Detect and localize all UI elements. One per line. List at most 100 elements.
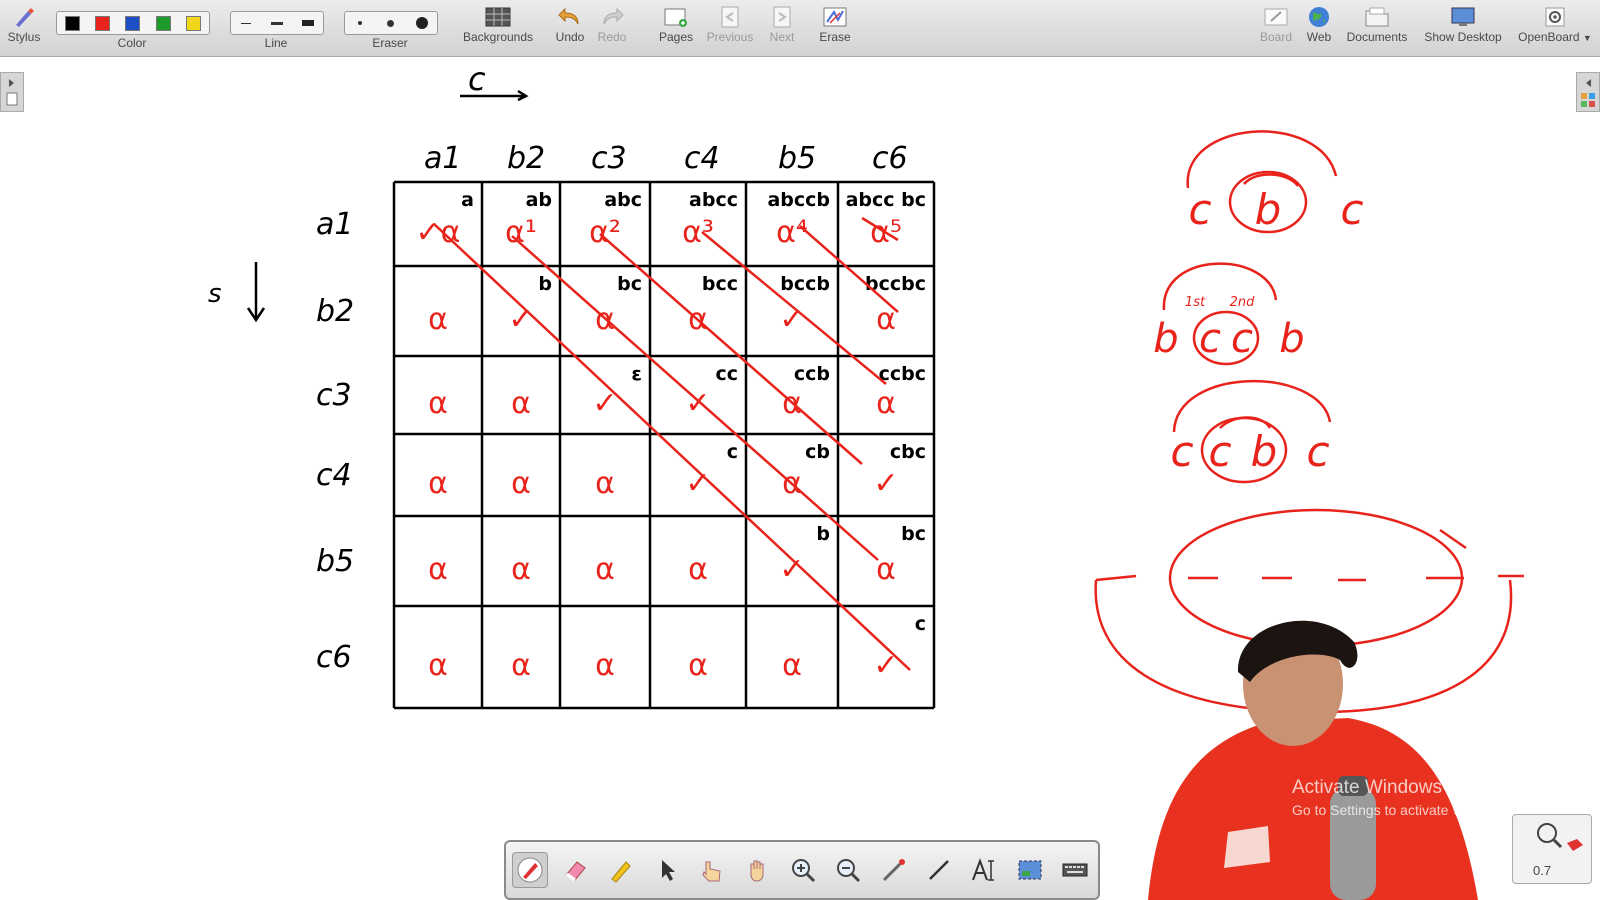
interact-tool-button[interactable]: [695, 853, 729, 887]
backgrounds-button[interactable]: Backgrounds: [460, 4, 536, 44]
sketch-letter: c: [1199, 316, 1221, 362]
line-thick-option[interactable]: [297, 14, 319, 32]
cell-mark: ✓: [508, 302, 533, 337]
color-swatch-red[interactable]: [95, 15, 111, 31]
cell-mark: α: [428, 302, 448, 337]
undo-label: Undo: [555, 30, 585, 44]
color-swatch-blue[interactable]: [125, 15, 141, 31]
activate-windows-watermark: Activate Windows Go to Settings to activ…: [1292, 777, 1513, 818]
top-char-label: c: [468, 60, 486, 98]
cell-mark: α: [595, 648, 615, 683]
diagonal-4: [701, 231, 887, 385]
erase-label: Erase: [819, 30, 851, 44]
cell-mark: ✓: [873, 466, 898, 501]
board-button[interactable]: Board: [1256, 4, 1296, 44]
row-header: c6: [316, 640, 352, 675]
stylus-tool[interactable]: Stylus: [4, 4, 44, 44]
cell-substring: b: [538, 273, 552, 295]
pages-button[interactable]: Pages: [656, 4, 696, 44]
color-swatch-black[interactable]: [64, 15, 80, 31]
sketch-letter: b: [1279, 316, 1304, 362]
sketch1-outer-arc: [1186, 130, 1338, 189]
sketch-letter: c: [1208, 427, 1231, 476]
cell-mark: α: [428, 466, 448, 501]
row-header: c3: [316, 378, 352, 413]
zoom-out-button[interactable]: [831, 853, 865, 887]
line-medium-option[interactable]: [266, 14, 288, 32]
color-palette: [56, 11, 210, 35]
openboard-menu-button[interactable]: OpenBoard ▼: [1514, 4, 1596, 44]
line-thin-option[interactable]: [235, 14, 257, 32]
cell-mark: α: [782, 648, 802, 683]
line-tool-button[interactable]: [922, 853, 956, 887]
cell-mark: α: [688, 552, 708, 587]
cell-mark: α: [428, 552, 448, 587]
zoom-in-icon: [791, 859, 815, 883]
selector-tool-button[interactable]: [650, 853, 684, 887]
previous-button[interactable]: Previous: [704, 4, 756, 44]
show-desktop-button[interactable]: Show Desktop: [1420, 4, 1506, 44]
erase-icon: [815, 4, 855, 30]
pages-icon: [656, 4, 696, 30]
sketch-letter: c: [1231, 316, 1253, 362]
eraser-medium-option[interactable]: [380, 14, 402, 32]
hand-tool-button[interactable]: [741, 853, 775, 887]
board-label: Board: [1259, 30, 1293, 44]
documents-button[interactable]: Documents: [1342, 4, 1412, 44]
watermark-subtitle: Go to Settings to activate Windows.: [1292, 802, 1513, 818]
globe-icon: [1302, 4, 1336, 30]
cell-substring: bc: [901, 523, 926, 545]
capture-icon: [1018, 860, 1042, 880]
color-swatch-yellow[interactable]: [186, 15, 202, 31]
hand-icon: [750, 860, 764, 882]
redo-label: Redo: [597, 30, 627, 44]
stylus-icon: [4, 4, 44, 30]
line-width-selector: [230, 11, 324, 35]
redo-button[interactable]: Redo: [594, 4, 630, 44]
pen-tool-button[interactable]: [511, 852, 548, 888]
cell-substring: a: [461, 189, 474, 211]
laser-pointer-button[interactable]: [877, 853, 911, 887]
cell-mark: α: [511, 648, 531, 683]
webcam-overlay: [1118, 612, 1508, 900]
show-desktop-label: Show Desktop: [1424, 30, 1502, 44]
capture-tool-button[interactable]: [1013, 853, 1047, 887]
sketch-letter: 2nd: [1230, 295, 1256, 310]
eraser-tool-button[interactable]: [559, 853, 593, 887]
color-swatch-green[interactable]: [155, 15, 171, 31]
undo-icon: [552, 4, 588, 30]
undo-button[interactable]: Undo: [552, 4, 588, 44]
cell-substring: abcc bc: [846, 189, 926, 211]
cell-substring: cb: [805, 441, 830, 463]
cell-mark: α: [688, 648, 708, 683]
row-header: a1: [316, 207, 353, 242]
column-header: c4: [684, 141, 720, 176]
documents-label: Documents: [1346, 30, 1408, 44]
magnifier-icon: [1537, 823, 1583, 851]
text-tool-button[interactable]: [967, 853, 1001, 887]
next-button[interactable]: Next: [764, 4, 800, 44]
zoom-in-button[interactable]: [786, 853, 820, 887]
zoom-out-icon: [837, 859, 861, 883]
eraser-large-option[interactable]: [411, 14, 433, 32]
eraser-label: Eraser: [372, 36, 408, 50]
zoom-widget[interactable]: 0.7: [1512, 814, 1592, 884]
cell-mark: ✓: [779, 552, 804, 587]
sketch-letter: c: [1170, 427, 1193, 476]
cell-substring: ccb: [794, 363, 830, 385]
web-button[interactable]: Web: [1302, 4, 1336, 44]
highlighter-tool-button[interactable]: [604, 853, 638, 887]
eraser-small-option[interactable]: [349, 14, 371, 32]
pages-label: Pages: [658, 30, 694, 44]
sketch-letter: c: [1188, 185, 1211, 234]
cell-substring: bccb: [780, 273, 830, 295]
sketch3-outer-arc: [1172, 379, 1332, 433]
line-label: Line: [264, 36, 288, 50]
color-label: Color: [117, 36, 147, 50]
cell-mark: α²: [589, 215, 621, 250]
erase-button[interactable]: Erase: [815, 4, 855, 44]
column-header: b5: [778, 141, 816, 176]
laser-pointer-icon: [882, 859, 905, 882]
keyboard-button[interactable]: [1058, 853, 1092, 887]
cell-substring: abc: [604, 189, 642, 211]
